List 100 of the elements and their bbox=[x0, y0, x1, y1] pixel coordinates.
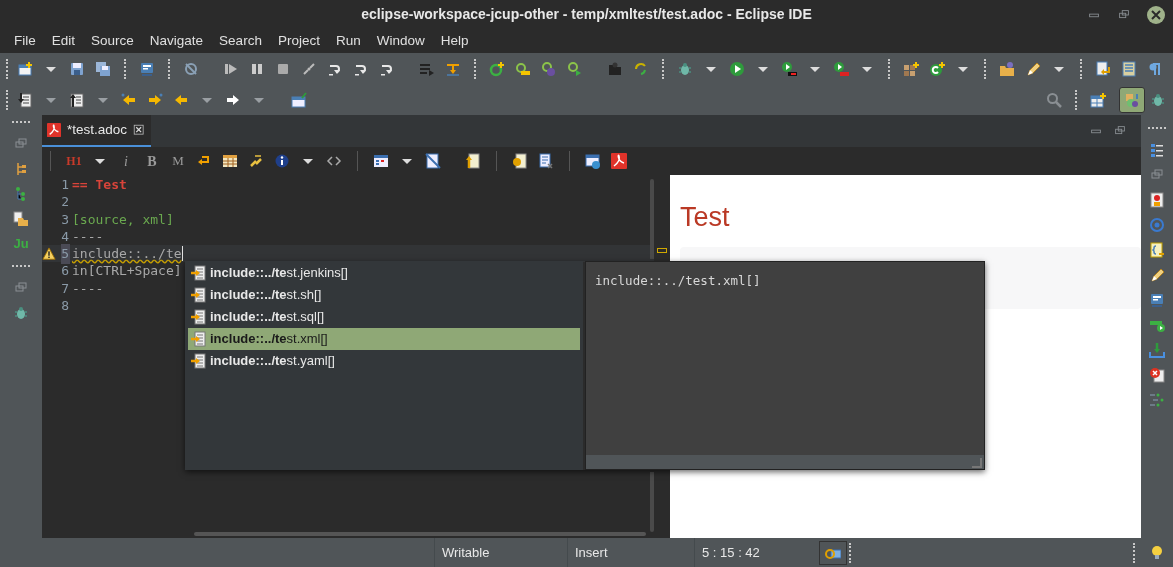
paragraph-icon[interactable] bbox=[1147, 61, 1163, 77]
line-number: 8 bbox=[61, 297, 70, 315]
sync-button[interactable] bbox=[819, 540, 847, 565]
pen-icon[interactable] bbox=[1149, 267, 1165, 283]
window-globe-icon[interactable] bbox=[585, 153, 601, 169]
drop-arrow-icon[interactable] bbox=[445, 61, 461, 77]
close-icon[interactable] bbox=[133, 123, 147, 137]
arrow-left-icon[interactable] bbox=[121, 92, 137, 108]
hook-icon[interactable] bbox=[515, 61, 531, 77]
person-badge-icon[interactable] bbox=[1149, 192, 1165, 208]
caret-down-icon[interactable] bbox=[401, 157, 413, 165]
window-pin-icon[interactable] bbox=[291, 92, 307, 108]
export-document-icon[interactable] bbox=[69, 92, 85, 108]
document-entry-icon bbox=[190, 287, 206, 303]
grid-plus-icon[interactable] bbox=[903, 61, 919, 77]
hook-arrow-icon[interactable] bbox=[567, 61, 583, 77]
list-icon[interactable] bbox=[1149, 142, 1165, 158]
monitor-icon[interactable] bbox=[1149, 292, 1165, 308]
error-document-icon[interactable] bbox=[1149, 367, 1165, 383]
light-bulb-icon[interactable] bbox=[1149, 544, 1165, 561]
circle-slash-icon[interactable] bbox=[183, 61, 199, 77]
status-text: Insert bbox=[575, 543, 608, 562]
chain-link-icon[interactable] bbox=[248, 153, 264, 169]
document-slash-icon[interactable] bbox=[425, 153, 441, 169]
caret-down-icon[interactable] bbox=[1053, 65, 1065, 73]
ring-plus-icon[interactable] bbox=[489, 61, 505, 77]
circle-ball-icon[interactable] bbox=[541, 61, 557, 77]
completion-item[interactable]: include::../test.xml[] bbox=[188, 328, 580, 350]
menu-item[interactable]: Window bbox=[368, 30, 433, 52]
pdf-icon[interactable] bbox=[611, 153, 627, 169]
format-button[interactable]: i bbox=[115, 150, 137, 172]
stop-icon[interactable] bbox=[275, 61, 291, 77]
bug-icon[interactable] bbox=[1150, 92, 1166, 108]
warning-marker bbox=[657, 248, 667, 253]
folder-icon[interactable] bbox=[999, 61, 1015, 77]
gear-ball-icon bbox=[1124, 92, 1140, 108]
menu-item[interactable]: Project bbox=[269, 30, 328, 52]
arrow-right-icon[interactable] bbox=[147, 92, 163, 108]
menu-item[interactable]: Source bbox=[83, 30, 142, 52]
disconnect-icon[interactable] bbox=[301, 61, 317, 77]
swap-arrow-icon[interactable] bbox=[633, 61, 649, 77]
caret-down-icon[interactable] bbox=[757, 65, 769, 73]
completion-item[interactable]: include::../test.yaml[] bbox=[188, 350, 580, 372]
line-number: 7 bbox=[61, 279, 70, 298]
caret-down-icon[interactable] bbox=[302, 157, 314, 165]
documents-folder-icon[interactable] bbox=[13, 211, 29, 227]
code-line: == Test bbox=[71, 175, 127, 194]
table-plus-icon[interactable] bbox=[1090, 92, 1106, 108]
arrow-right-icon[interactable] bbox=[225, 92, 241, 108]
play-bar-icon[interactable] bbox=[223, 61, 239, 77]
document-brace-icon[interactable] bbox=[1149, 242, 1165, 258]
arrow-left-icon[interactable] bbox=[173, 92, 189, 108]
menu-item[interactable]: Search bbox=[211, 30, 270, 52]
document-lines-icon[interactable] bbox=[1121, 61, 1137, 77]
circle-plus-icon[interactable] bbox=[929, 61, 945, 77]
format-button[interactable]: B bbox=[141, 150, 163, 172]
editor-tab[interactable]: *test.adoc bbox=[42, 115, 152, 147]
menu-item[interactable]: Run bbox=[327, 30, 369, 52]
caret-down-icon[interactable] bbox=[94, 157, 106, 165]
run-stack-icon[interactable] bbox=[781, 61, 797, 77]
menu-item[interactable]: File bbox=[6, 30, 44, 52]
document-cross-icon[interactable] bbox=[538, 153, 554, 169]
bug-icon[interactable] bbox=[13, 305, 29, 321]
new-window-icon[interactable] bbox=[17, 61, 33, 77]
completion-item[interactable]: include::../test.sh[] bbox=[188, 284, 580, 306]
code-line: include::../te bbox=[71, 245, 182, 264]
calendar-grid-icon[interactable] bbox=[373, 153, 389, 169]
caret-down-icon[interactable] bbox=[45, 65, 57, 73]
caret-down-icon[interactable] bbox=[705, 65, 717, 73]
menu-item[interactable]: Help bbox=[432, 30, 477, 52]
line-number: 4 bbox=[61, 227, 70, 246]
disks-icon[interactable] bbox=[95, 61, 111, 77]
document-entry-icon bbox=[190, 353, 206, 369]
dotted-arrows-icon[interactable] bbox=[1149, 392, 1165, 408]
pen-icon[interactable] bbox=[1025, 61, 1041, 77]
format-button[interactable]: M bbox=[167, 150, 189, 172]
code-line: [source, xml] bbox=[71, 210, 174, 229]
bug-icon[interactable] bbox=[677, 61, 693, 77]
table-icon[interactable] bbox=[222, 153, 238, 169]
caret-down-icon[interactable] bbox=[861, 65, 873, 73]
run-icon[interactable] bbox=[729, 61, 745, 77]
document-up-icon[interactable] bbox=[465, 153, 481, 169]
completion-item[interactable]: include::../test.sql[] bbox=[188, 306, 580, 328]
completion-item[interactable]: include::../test.jenkins[] bbox=[188, 262, 580, 284]
caret-down-icon[interactable] bbox=[957, 65, 969, 73]
save-icon[interactable] bbox=[69, 61, 85, 77]
document-entry-icon bbox=[190, 265, 206, 281]
import-document-icon[interactable] bbox=[17, 92, 33, 108]
menu-item[interactable]: Edit bbox=[43, 30, 84, 52]
line-number: 5 bbox=[61, 244, 70, 264]
menu-item[interactable]: Navigate bbox=[141, 30, 212, 52]
perspective-button[interactable] bbox=[1119, 87, 1145, 113]
caret-down-icon[interactable] bbox=[809, 65, 821, 73]
document-coin-icon[interactable] bbox=[512, 153, 528, 169]
pause-icon[interactable] bbox=[249, 61, 265, 77]
resize-handle[interactable] bbox=[972, 458, 982, 468]
monitor-icon[interactable] bbox=[139, 61, 155, 77]
close-button[interactable] bbox=[1147, 5, 1165, 24]
run-toolbox-icon[interactable] bbox=[833, 61, 849, 77]
info-icon[interactable] bbox=[274, 153, 290, 169]
